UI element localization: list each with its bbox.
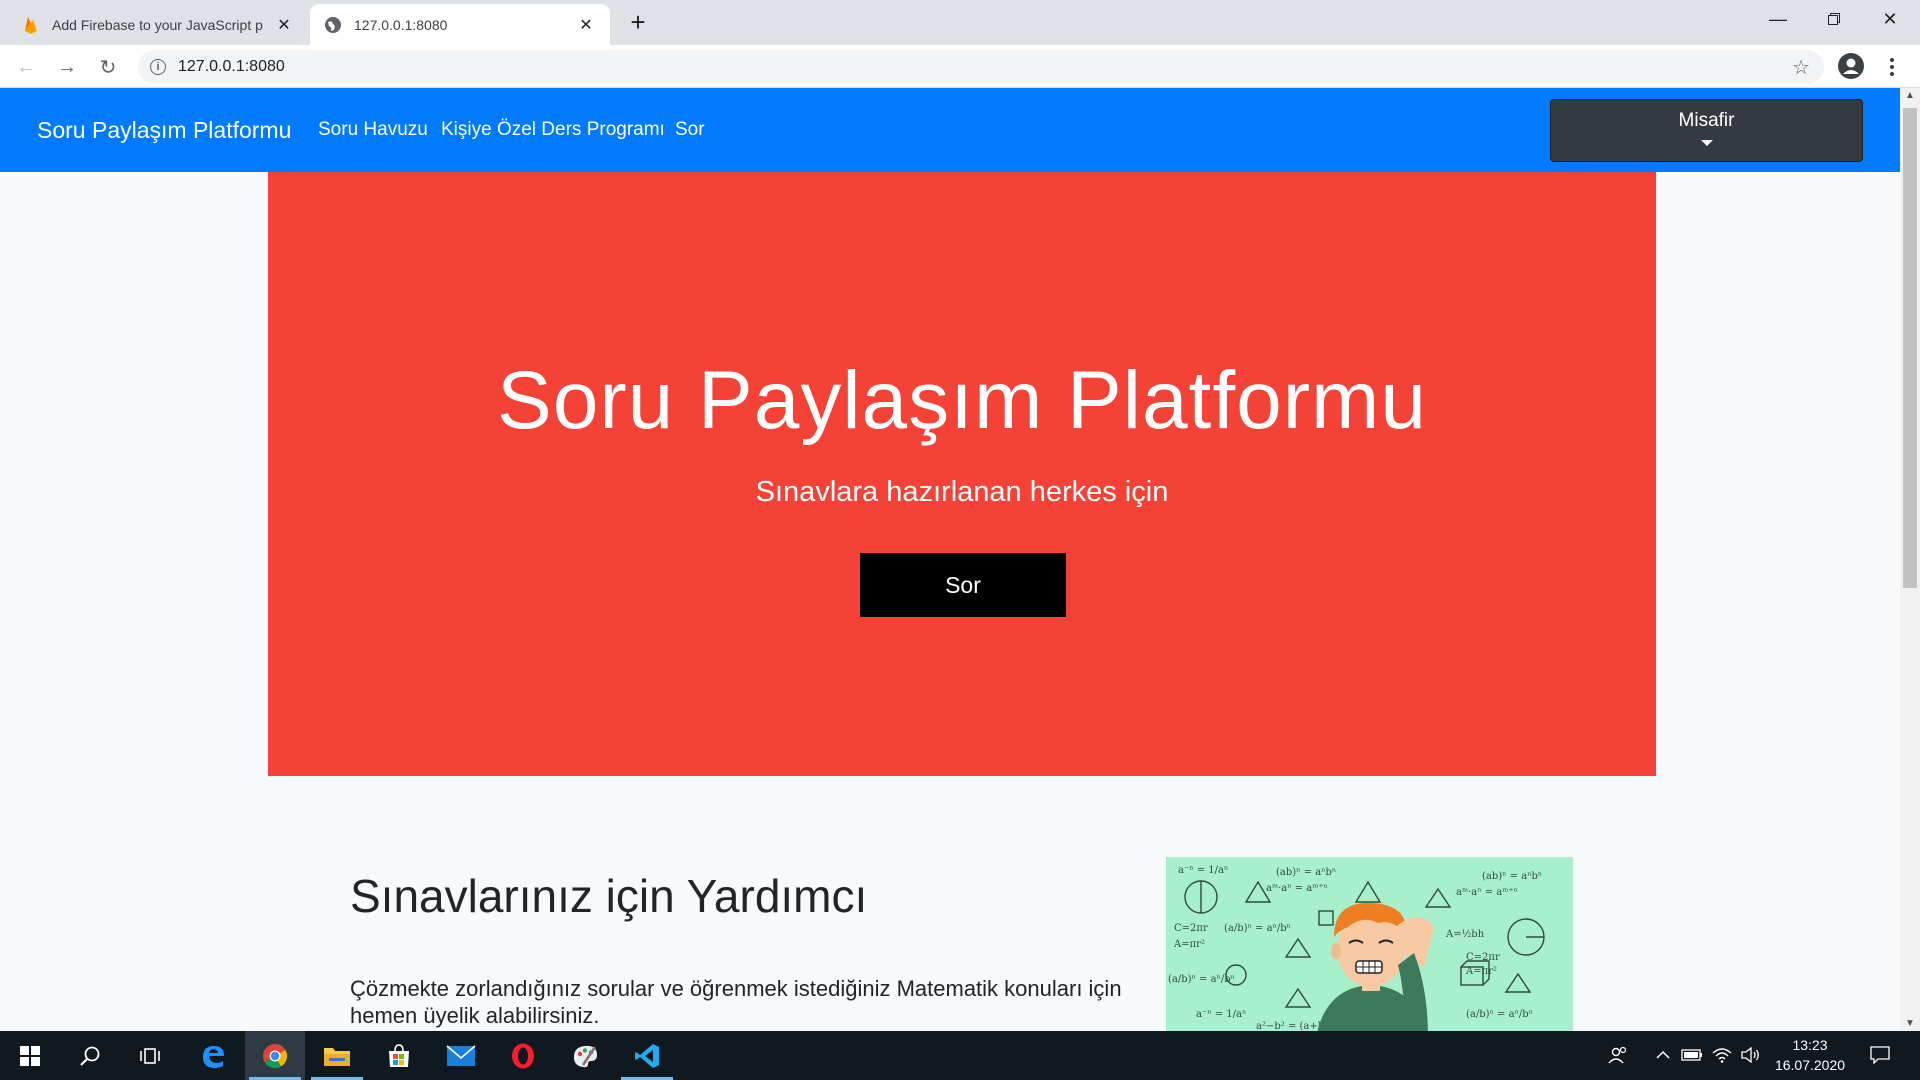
formula-text: A=πr²	[1465, 966, 1497, 977]
tab-firebase[interactable]: Add Firebase to your JavaScript p ✕	[8, 4, 308, 45]
formula-text: C=2πr	[1174, 923, 1208, 934]
section-text: Çözmekte zorlandığınız sorular ve öğrenm…	[350, 976, 1122, 1028]
opera-icon[interactable]	[493, 1031, 553, 1080]
math-student-illustration: a⁻ⁿ = 1/aⁿ (ab)ⁿ = aⁿbⁿ (ab)ⁿ = aⁿbⁿ aᵐ·…	[1166, 857, 1573, 1031]
task-view-icon[interactable]	[120, 1031, 180, 1080]
formula-text: a⁻ⁿ = 1/aⁿ	[1196, 1009, 1246, 1020]
restore-icon[interactable]	[1806, 0, 1862, 38]
illustration-drawing: a⁻ⁿ = 1/aⁿ (ab)ⁿ = aⁿbⁿ (ab)ⁿ = aⁿbⁿ aᵐ·…	[1168, 865, 1545, 1031]
clock-time: 13:23	[1792, 1037, 1828, 1053]
globe-icon	[324, 16, 342, 34]
clock-date: 16.07.2020	[1774, 1057, 1846, 1073]
formula-text: A=πr²	[1173, 939, 1205, 950]
back-icon[interactable]: ←	[10, 51, 42, 83]
paint-icon[interactable]	[555, 1031, 615, 1080]
battery-icon[interactable]	[1680, 1043, 1704, 1067]
minimize-icon[interactable]: —	[1750, 0, 1806, 38]
notification-icon[interactable]	[1868, 1043, 1892, 1067]
info-icon[interactable]: i	[150, 59, 166, 75]
firebase-icon	[22, 16, 40, 34]
formula-text: (ab)ⁿ = aⁿbⁿ	[1276, 867, 1336, 878]
bookmark-star-icon[interactable]: ☆	[1792, 55, 1810, 80]
browser-toolbar: ← → ↻ i 127.0.0.1:8080 ☆	[0, 45, 1920, 88]
formula-text: C=2πr	[1466, 952, 1500, 963]
edge-icon[interactable]	[183, 1031, 243, 1080]
scrollbar-thumb[interactable]	[1903, 108, 1917, 588]
formula-text: a⁻ⁿ = 1/aⁿ	[1178, 865, 1228, 876]
mail-icon[interactable]	[431, 1031, 491, 1080]
hero-title: Soru Paylaşım Platformu	[497, 355, 1427, 446]
scroll-up-icon[interactable]: ▲	[1905, 90, 1915, 101]
ask-button[interactable]: Sor	[860, 553, 1066, 617]
tab-strip: Add Firebase to your JavaScript p ✕ 127.…	[0, 0, 1920, 45]
close-icon[interactable]: ✕	[274, 15, 294, 35]
window-close-icon[interactable]: ✕	[1862, 0, 1918, 38]
nav-link-soru-havuzu[interactable]: Soru Havuzu	[318, 88, 428, 172]
taskbar-clock[interactable]: 13:23 16.07.2020	[1770, 1035, 1850, 1075]
wifi-icon[interactable]	[1710, 1043, 1734, 1067]
formula-text: (a/b)ⁿ = aⁿ/bⁿ	[1168, 974, 1235, 985]
user-dropdown-button[interactable]: Misafir	[1550, 99, 1863, 162]
people-icon[interactable]	[1606, 1043, 1630, 1067]
new-tab-icon[interactable]: +	[624, 7, 652, 37]
formula-text: (a/b)ⁿ = aⁿ/bⁿ	[1224, 923, 1291, 934]
caret-down-icon	[1700, 140, 1713, 146]
close-icon[interactable]: ✕	[576, 15, 596, 35]
address-bar[interactable]: i 127.0.0.1:8080 ☆	[138, 50, 1824, 84]
profile-icon[interactable]	[1838, 53, 1864, 79]
search-icon[interactable]	[60, 1031, 120, 1080]
nav-link-ders-programi[interactable]: Kişiye Özel Ders Programı	[441, 88, 665, 172]
page-scrollbar[interactable]: ▲ ▼	[1900, 88, 1920, 1031]
forward-icon[interactable]: →	[51, 51, 83, 83]
chrome-taskbar-icon[interactable]	[245, 1031, 305, 1080]
file-explorer-icon[interactable]	[307, 1031, 367, 1080]
windows-taskbar: 13:23 16.07.2020	[0, 1031, 1920, 1080]
volume-icon[interactable]	[1739, 1043, 1763, 1067]
chevron-up-icon[interactable]	[1651, 1043, 1675, 1067]
formula-text: (ab)ⁿ = aⁿbⁿ	[1482, 871, 1542, 882]
formula-text: A=½bh	[1445, 929, 1485, 940]
browser-menu-icon[interactable]	[1882, 51, 1902, 83]
reload-icon[interactable]: ↻	[92, 51, 124, 83]
nav-link-sor[interactable]: Sor	[675, 88, 705, 172]
tab-localhost[interactable]: 127.0.0.1:8080 ✕	[310, 4, 610, 45]
vscode-icon[interactable]	[617, 1031, 677, 1080]
formula-text: aᵐ·aⁿ = aᵐ⁺ⁿ	[1456, 887, 1518, 898]
navbar-brand[interactable]: Soru Paylaşım Platformu	[37, 88, 291, 172]
formula-text: (a/b)ⁿ = aⁿ/bⁿ	[1466, 1009, 1533, 1020]
hero-subtitle: Sınavlara hazırlanan herkes için	[755, 476, 1169, 508]
windows-start-icon[interactable]	[0, 1031, 60, 1080]
url-text: 127.0.0.1:8080	[178, 58, 285, 75]
store-icon[interactable]	[369, 1031, 429, 1080]
section-title: Sınavlarınız için Yardımcı	[350, 870, 868, 922]
formula-text: aᵐ·aⁿ = aᵐ⁺ⁿ	[1266, 883, 1328, 894]
tab-title: Add Firebase to your JavaScript p	[52, 16, 263, 33]
page-viewport: Soru Paylaşım Platformu Soru Havuzu Kişi…	[0, 88, 1900, 1031]
hero-banner: Soru Paylaşım Platformu Sınavlara hazırl…	[268, 172, 1656, 776]
site-navbar: Soru Paylaşım Platformu Soru Havuzu Kişi…	[0, 88, 1900, 172]
scroll-down-icon[interactable]: ▼	[1905, 1018, 1915, 1029]
user-label: Misafir	[1678, 110, 1735, 131]
tab-title: 127.0.0.1:8080	[354, 16, 448, 33]
